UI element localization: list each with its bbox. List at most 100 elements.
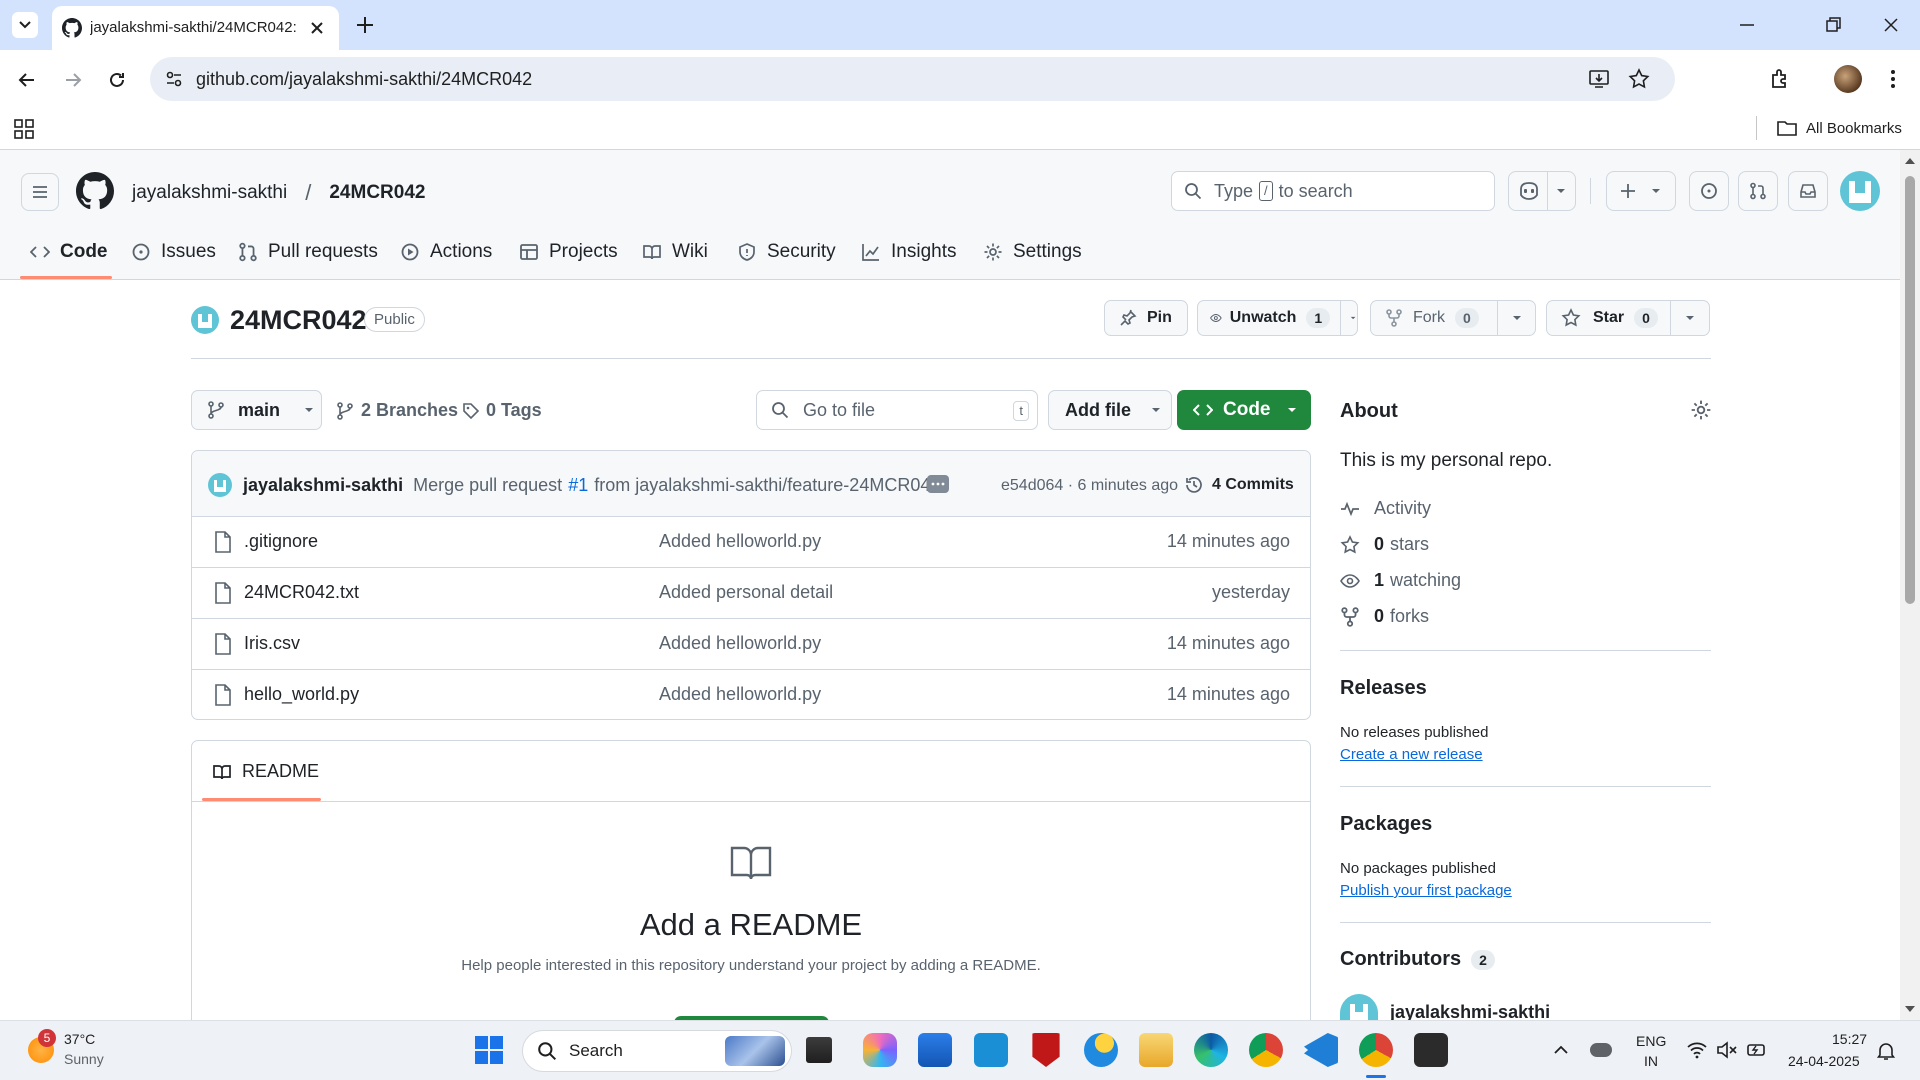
contributor-avatar[interactable] xyxy=(1340,994,1378,1020)
tab-settings[interactable]: Settings xyxy=(983,238,1082,266)
install-app-icon[interactable] xyxy=(1588,68,1610,90)
contributor-name[interactable]: jayalakshmi-sakthi xyxy=(1390,1002,1550,1020)
copilot-button[interactable] xyxy=(1508,171,1576,211)
commit-pr-link[interactable]: #1 xyxy=(568,475,588,496)
tab-pull-requests[interactable]: Pull requests xyxy=(238,238,378,266)
scrollbar-thumb[interactable] xyxy=(1905,176,1915,604)
bookmark-star-icon[interactable] xyxy=(1628,68,1650,90)
inbox-button[interactable] xyxy=(1788,171,1828,211)
user-avatar[interactable] xyxy=(1840,171,1880,211)
mylic-app-icon[interactable] xyxy=(974,1033,1008,1067)
extensions-icon[interactable] xyxy=(1768,66,1794,92)
chrome-app-icon[interactable] xyxy=(1249,1033,1283,1067)
commit-sha-time[interactable]: e54d064 · 6 minutes ago xyxy=(1001,477,1178,495)
forward-icon[interactable] xyxy=(60,67,86,93)
packages-heading[interactable]: Packages xyxy=(1340,813,1432,836)
edge-app-icon[interactable] xyxy=(1194,1033,1228,1067)
commit-expand-button[interactable] xyxy=(927,475,949,493)
apps-grid-icon[interactable] xyxy=(14,119,34,139)
chrome-active-app-icon[interactable] xyxy=(1359,1033,1393,1067)
table-row[interactable]: Iris.csv Added helloworld.py 14 minutes … xyxy=(192,619,1310,670)
show-hidden-icons-icon[interactable] xyxy=(1552,1041,1570,1059)
wifi-icon[interactable] xyxy=(1686,1041,1708,1059)
file-commit-message[interactable]: Added personal detail xyxy=(659,582,833,603)
commit-message-prefix[interactable]: Merge pull request xyxy=(413,475,562,496)
breadcrumb-repo[interactable]: 24MCR042 xyxy=(329,182,425,204)
branches-link[interactable]: 2 Branches xyxy=(337,400,458,421)
address-bar[interactable]: github.com/jayalakshmi-sakthi/24MCR042 xyxy=(150,57,1675,101)
close-tab-icon[interactable] xyxy=(308,19,326,37)
global-search-input[interactable]: Type / to search xyxy=(1171,171,1495,211)
tab-wiki[interactable]: Wiki xyxy=(642,238,708,266)
table-row[interactable]: 24MCR042.txt Added personal detail yeste… xyxy=(192,568,1310,619)
go-to-file-input[interactable]: Go to file t xyxy=(756,390,1038,430)
commit-author-avatar[interactable] xyxy=(208,473,232,497)
terminal-app-icon[interactable] xyxy=(1414,1033,1448,1067)
forks-link[interactable]: 0 forks xyxy=(1340,606,1429,627)
tips-app-icon[interactable] xyxy=(1084,1033,1118,1067)
task-view-icon[interactable] xyxy=(806,1037,832,1063)
publish-package-link[interactable]: Publish your first package xyxy=(1340,882,1512,899)
tab-code[interactable]: Code xyxy=(30,238,108,266)
star-button[interactable]: Star 0 xyxy=(1546,300,1710,336)
new-tab-icon[interactable] xyxy=(352,12,378,38)
site-info-icon[interactable] xyxy=(164,69,184,89)
notifications-icon[interactable] xyxy=(1876,1041,1896,1061)
table-row[interactable]: .gitignore Added helloworld.py 14 minute… xyxy=(192,517,1310,568)
code-dropdown-button[interactable]: Code xyxy=(1177,390,1311,430)
stars-link[interactable]: 0 stars xyxy=(1340,534,1429,555)
commits-history-link[interactable]: 4 Commits xyxy=(1184,475,1294,495)
page-scrollbar[interactable] xyxy=(1900,150,1920,1020)
releases-heading[interactable]: Releases xyxy=(1340,677,1427,700)
tab-security[interactable]: Security xyxy=(737,238,836,266)
file-name[interactable]: 24MCR042.txt xyxy=(244,582,359,603)
store-app-icon[interactable] xyxy=(918,1033,952,1067)
branch-select-button[interactable]: main xyxy=(191,390,322,430)
copilot-app-icon[interactable] xyxy=(863,1033,897,1067)
tags-link[interactable]: 0 Tags xyxy=(462,400,542,421)
scroll-up-icon[interactable] xyxy=(1904,156,1916,166)
activity-link[interactable]: Activity xyxy=(1340,498,1431,519)
unwatch-button[interactable]: Unwatch 1 xyxy=(1197,300,1358,336)
file-commit-message[interactable]: Added helloworld.py xyxy=(659,684,821,705)
contributors-heading[interactable]: Contributors xyxy=(1340,948,1461,971)
vscode-app-icon[interactable] xyxy=(1304,1033,1338,1067)
weather-temperature[interactable]: 37°C xyxy=(64,1031,95,1047)
tab-projects[interactable]: Projects xyxy=(519,238,618,266)
tab-search-button[interactable] xyxy=(12,12,38,38)
create-release-link[interactable]: Create a new release xyxy=(1340,746,1483,763)
file-commit-message[interactable]: Added helloworld.py xyxy=(659,633,821,654)
repo-name[interactable]: 24MCR042 xyxy=(230,305,367,336)
file-explorer-icon[interactable] xyxy=(1139,1033,1173,1067)
mcafee-app-icon[interactable] xyxy=(1032,1033,1060,1067)
tab-issues[interactable]: Issues xyxy=(131,238,216,266)
issues-header-button[interactable] xyxy=(1689,171,1729,211)
more-menu-icon[interactable] xyxy=(1880,66,1906,92)
onedrive-icon[interactable] xyxy=(1590,1043,1612,1057)
minimize-icon[interactable] xyxy=(1734,12,1760,38)
file-name[interactable]: hello_world.py xyxy=(244,684,359,705)
create-new-button[interactable] xyxy=(1606,171,1676,211)
close-window-icon[interactable] xyxy=(1878,12,1904,38)
tab-actions[interactable]: Actions xyxy=(400,238,492,266)
file-name[interactable]: .gitignore xyxy=(244,531,318,552)
taskbar-search[interactable]: Search xyxy=(522,1030,792,1072)
pull-requests-header-button[interactable] xyxy=(1738,171,1778,211)
restore-icon[interactable] xyxy=(1820,12,1846,38)
language-top[interactable]: ENG xyxy=(1636,1033,1666,1049)
fork-button[interactable]: Fork 0 xyxy=(1370,300,1536,336)
tab-insights[interactable]: Insights xyxy=(861,238,956,266)
github-logo-icon[interactable] xyxy=(76,172,114,210)
breadcrumb-owner[interactable]: jayalakshmi-sakthi xyxy=(132,182,287,204)
scroll-down-icon[interactable] xyxy=(1904,1004,1916,1014)
gear-icon[interactable] xyxy=(1690,399,1712,421)
all-bookmarks-button[interactable]: All Bookmarks xyxy=(1776,116,1902,140)
table-row[interactable]: hello_world.py Added helloworld.py 14 mi… xyxy=(192,670,1310,719)
browser-tab-active[interactable]: jayalakshmi-sakthi/24MCR042: xyxy=(52,6,339,50)
start-button[interactable] xyxy=(472,1033,506,1067)
back-icon[interactable] xyxy=(14,67,40,93)
volume-muted-icon[interactable] xyxy=(1716,1041,1738,1059)
clock-time[interactable]: 15:27 xyxy=(1832,1031,1867,1047)
commit-message-suffix[interactable]: from jayalakshmi-sakthi/feature-24MCR042 xyxy=(594,475,940,496)
profile-avatar[interactable] xyxy=(1834,65,1862,93)
